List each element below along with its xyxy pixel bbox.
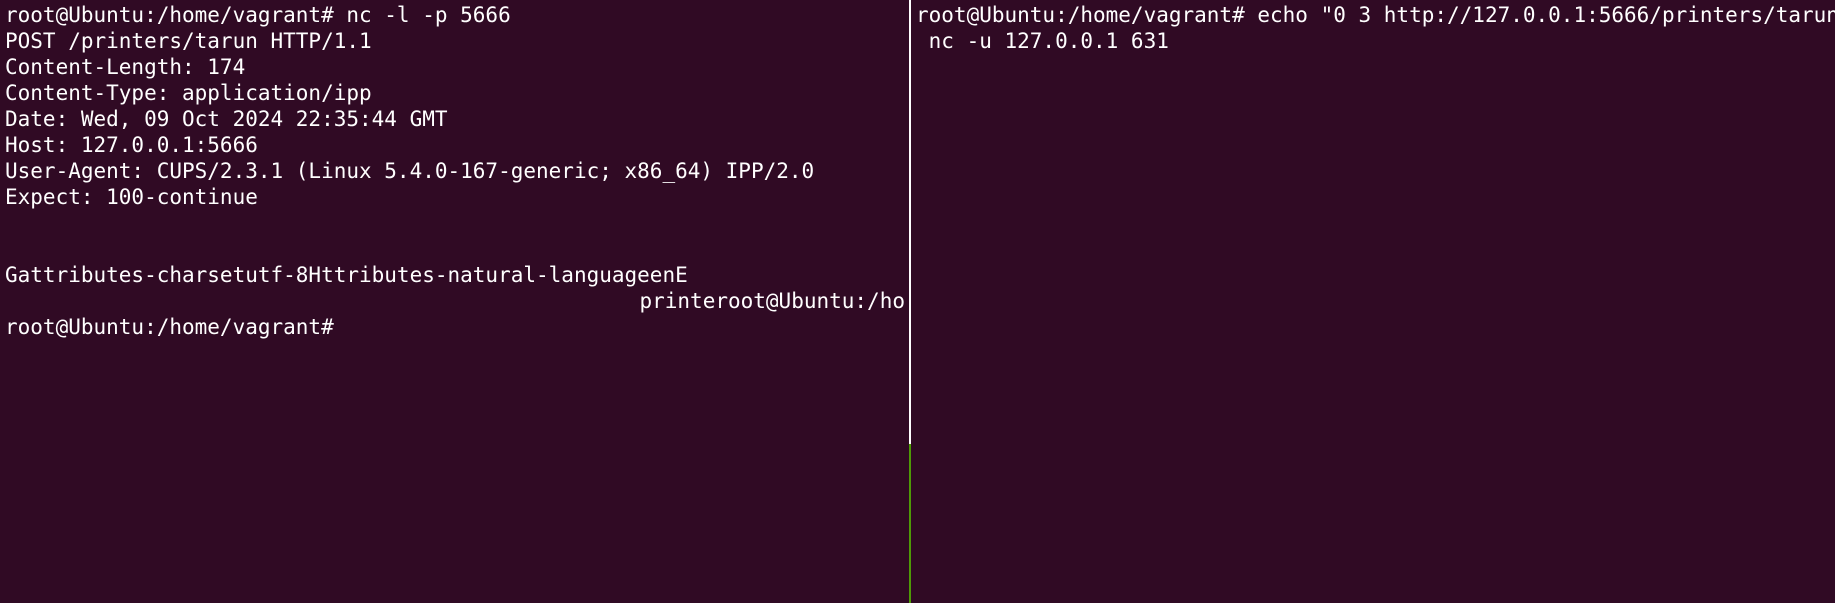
command-continuation-line: nc -u 127.0.0.1 631: [916, 29, 1169, 53]
right-terminal-pane[interactable]: root@Ubuntu:/home/vagrant# echo "0 3 htt…: [911, 0, 1835, 603]
output-line: Content-Type: application/ipp: [5, 81, 372, 105]
prompt-line: root@Ubuntu:/home/vagrant# echo "0 3 htt…: [916, 3, 1835, 27]
left-terminal-pane[interactable]: root@Ubuntu:/home/vagrant# nc -l -p 5666…: [0, 0, 908, 603]
output-line: Content-Length: 174: [5, 55, 246, 79]
output-line: Gattributes-charsetutf-8Httributes-natur…: [5, 263, 688, 287]
prompt-line: root@Ubuntu:/home/vagrant# nc -l -p 5666: [5, 3, 511, 27]
output-line: POST /printers/tarun HTTP/1.1: [5, 29, 372, 53]
prompt-line: root@Ubuntu:/home/vagrant#: [5, 315, 347, 339]
output-line: Date: Wed, 09 Oct 2024 22:35:44 GMT: [5, 107, 448, 131]
output-line: Expect: 100-continue: [5, 185, 258, 209]
output-line: printeroot@Ubuntu:/ho: [639, 289, 905, 313]
terminal-window[interactable]: root@Ubuntu:/home/vagrant# nc -l -p 5666…: [0, 0, 1835, 603]
output-line: User-Agent: CUPS/2.3.1 (Linux 5.4.0-167-…: [5, 159, 815, 183]
output-line: Host: 127.0.0.1:5666: [5, 133, 258, 157]
